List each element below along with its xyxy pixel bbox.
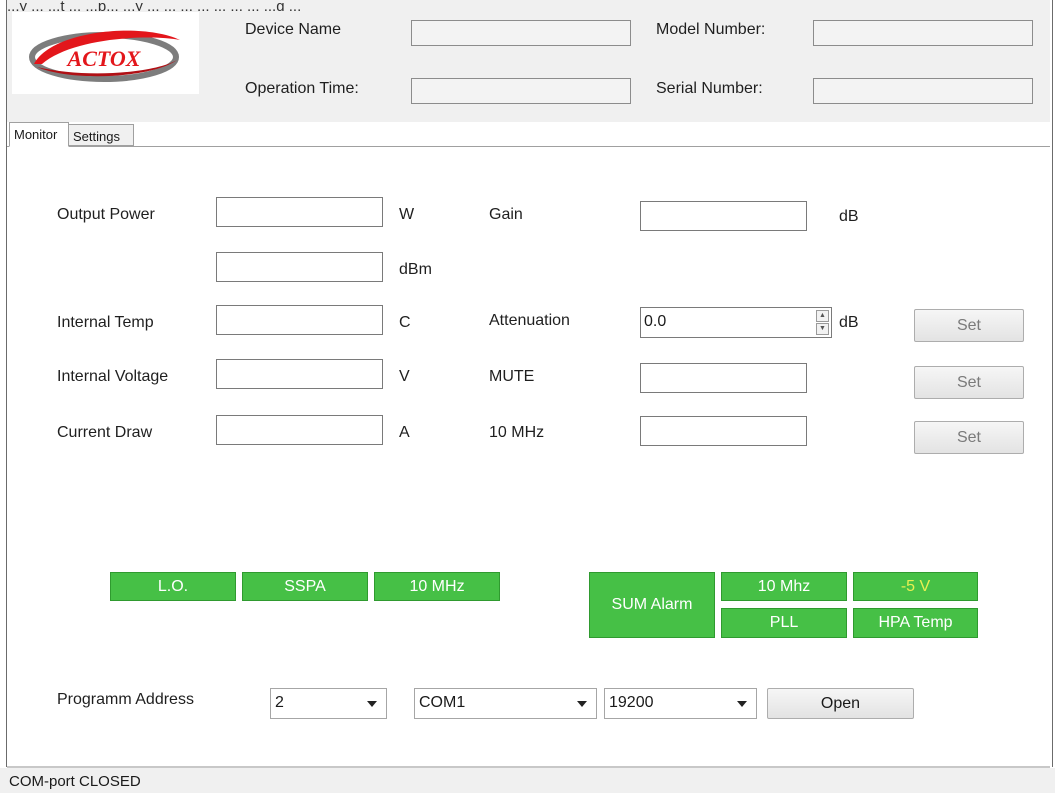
unit-v: V: [399, 368, 410, 385]
operation-time-label: Operation Time:: [245, 80, 359, 97]
attenuation-unit: dB: [839, 314, 859, 331]
model-number-field: [813, 20, 1033, 46]
attenuation-value: 0.0: [644, 313, 667, 330]
indicator-minus-5v: -5 V: [853, 572, 978, 601]
attenuation-spinner[interactable]: ▲ ▼: [816, 310, 829, 335]
chevron-down-icon: [367, 701, 377, 707]
indicator-ten-mhz-b: 10 Mhz: [721, 572, 847, 601]
indicator-sum-alarm: SUM Alarm: [589, 572, 715, 638]
tab-monitor[interactable]: Monitor: [9, 122, 69, 147]
indicator-sspa: SSPA: [242, 572, 368, 601]
chevron-down-icon: [577, 701, 587, 707]
unit-w: W: [399, 206, 415, 223]
indicator-lo: L.O.: [110, 572, 236, 601]
open-port-button[interactable]: Open: [767, 688, 914, 719]
serial-number-label: Serial Number:: [656, 80, 763, 97]
indicator-pll: PLL: [721, 608, 847, 638]
indicator-hpa-temp: HPA Temp: [853, 608, 978, 638]
mute-field: [640, 363, 807, 393]
com-port-value: COM1: [419, 694, 466, 711]
actox-logo: ACTOX: [12, 12, 199, 94]
status-text: COM-port CLOSED: [9, 773, 141, 790]
spin-up-icon[interactable]: ▲: [816, 310, 829, 322]
internal-voltage-label: Internal Voltage: [57, 368, 169, 385]
ten-mhz-label: 10 MHz: [489, 424, 545, 441]
gain-label: Gain: [489, 206, 523, 223]
status-bar: COM-port CLOSED: [0, 768, 1055, 793]
output-power-label: Output Power: [57, 206, 155, 223]
baud-rate-select[interactable]: 19200: [604, 688, 757, 719]
current-draw-label: Current Draw: [57, 424, 153, 441]
gain-unit: dB: [839, 208, 859, 225]
unit-dbm: dBm: [399, 261, 432, 278]
tab-strip-border: [7, 146, 1050, 147]
device-name-field: [411, 20, 631, 46]
internal-temp-label: Internal Temp: [57, 314, 154, 331]
attenuation-label: Attenuation: [489, 312, 570, 329]
address-value: 2: [275, 694, 284, 711]
serial-number-field: [813, 78, 1033, 104]
set-mute-button[interactable]: Set: [914, 366, 1024, 399]
baud-rate-value: 19200: [609, 694, 654, 711]
output-power-w-field: [216, 197, 383, 227]
set-attenuation-button[interactable]: Set: [914, 309, 1024, 342]
attenuation-spinbox[interactable]: 0.0 ▲ ▼: [640, 307, 832, 338]
programm-address-label: Programm Address: [57, 691, 194, 708]
internal-temp-field: [216, 305, 383, 335]
chevron-down-icon: [737, 701, 747, 707]
tab-settings[interactable]: Settings: [68, 124, 134, 146]
spin-down-icon[interactable]: ▼: [816, 323, 829, 335]
mute-label: MUTE: [489, 368, 535, 385]
unit-a: A: [399, 424, 410, 441]
ten-mhz-field: [640, 416, 807, 446]
model-number-label: Model Number:: [656, 21, 766, 38]
address-select[interactable]: 2: [270, 688, 387, 719]
device-name-label: Device Name: [245, 21, 342, 38]
gain-field: [640, 201, 807, 231]
unit-c: C: [399, 314, 411, 331]
indicator-ten-mhz: 10 MHz: [374, 572, 500, 601]
internal-voltage-field: [216, 359, 383, 389]
operation-time-field: [411, 78, 631, 104]
clipped-top-text: ...y ... ...t ... ...p... ...y ... ... .…: [7, 0, 302, 11]
com-port-select[interactable]: COM1: [414, 688, 597, 719]
output-power-dbm-field: [216, 252, 383, 282]
current-draw-field: [216, 415, 383, 445]
logo-text: ACTOX: [66, 46, 142, 71]
set-ten-mhz-button[interactable]: Set: [914, 421, 1024, 454]
